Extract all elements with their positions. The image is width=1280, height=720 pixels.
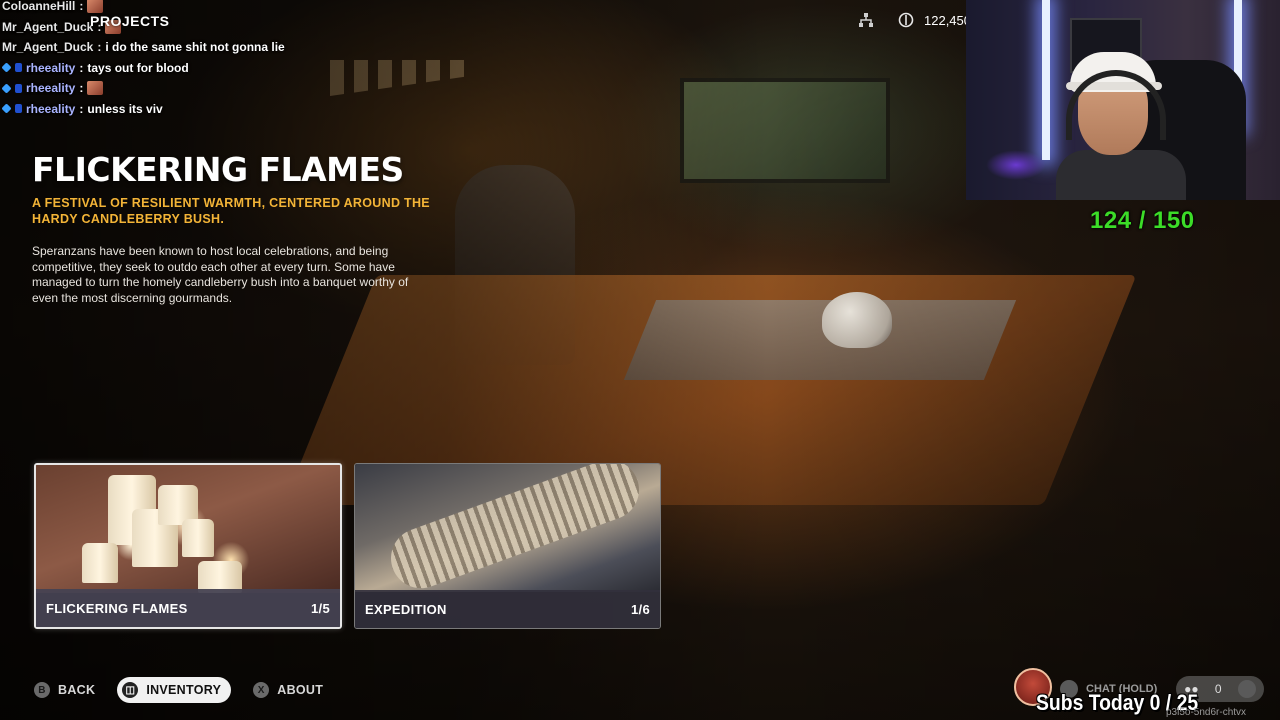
- card-footer: EXPEDITION 1/6: [355, 590, 660, 628]
- chat-username: Mr_Agent_Duck: [2, 40, 94, 54]
- chat-text: tays out for blood: [87, 60, 189, 75]
- chat-text: unless its viv: [87, 101, 163, 116]
- menu-icon: [1237, 680, 1256, 698]
- nav-label: ABOUT: [277, 683, 324, 697]
- friends-count: 0: [1214, 682, 1222, 696]
- chat-emote-icon: [87, 81, 104, 96]
- chat-text: i do the same shit not gonna lie: [105, 40, 285, 54]
- streamer-torso: [1056, 150, 1186, 200]
- currency-icon: [898, 12, 914, 28]
- chat-message: Mr_Agent_Duck: i do the same shit not go…: [2, 37, 285, 58]
- card-progress: 1/6: [631, 601, 650, 617]
- chat-username: Mr_Agent_Duck: [2, 19, 94, 34]
- back-button[interactable]: B BACK: [34, 682, 95, 698]
- bottom-nav: B BACK ◫ INVENTORY X ABOUT: [34, 677, 323, 703]
- session-code: p3l5o-5nd6r-chtvx: [1166, 707, 1247, 718]
- project-title: FLICKERING FLAMES: [32, 150, 404, 189]
- chat-message: rheeality: tays out for blood: [1, 58, 285, 79]
- network-icon: [859, 13, 873, 27]
- card-title: FLICKERING FLAMES: [46, 600, 188, 616]
- goal-counter: 124 / 150: [1090, 207, 1195, 234]
- chat-badge-icon: [15, 83, 22, 93]
- b-button-icon: B: [34, 682, 50, 698]
- chat-username: rheeality: [26, 101, 76, 116]
- shelf-glow: [986, 150, 1046, 180]
- chat-badge-icon: [1, 83, 12, 94]
- project-subtitle: A FESTIVAL OF RESILIENT WARMTH, CENTERED…: [32, 196, 430, 226]
- card-image-expedition: [355, 464, 660, 597]
- card-image-candles: [36, 465, 340, 593]
- chat-badge-icon: [15, 104, 22, 114]
- project-card-expedition[interactable]: EXPEDITION 1/6: [354, 463, 661, 629]
- chat-badge-icon: [15, 63, 22, 73]
- about-button[interactable]: X ABOUT: [253, 682, 323, 698]
- chat-username: ColoanneHill: [2, 0, 76, 13]
- project-description: Speranzans have been known to host local…: [32, 244, 409, 305]
- chat-message: rheeality: unless its viv: [1, 99, 285, 120]
- card-footer: FLICKERING FLAMES 1/5: [36, 589, 340, 627]
- streamer-webcam: [966, 0, 1280, 200]
- chat-username: rheeality: [26, 60, 76, 75]
- project-card-flickering-flames[interactable]: FLICKERING FLAMES 1/5: [34, 463, 342, 629]
- card-title: EXPEDITION: [365, 601, 447, 617]
- nav-label: INVENTORY: [146, 683, 222, 697]
- led-light-bar: [1042, 0, 1050, 160]
- chat-badge-icon: [1, 62, 12, 73]
- view-button-icon: ◫: [122, 682, 139, 698]
- card-progress: 1/5: [311, 600, 330, 616]
- currency-bar: 122,450: [858, 12, 971, 28]
- x-button-icon: X: [253, 682, 270, 698]
- chat-message: rheeality:: [1, 78, 285, 99]
- currency-value: 122,450: [924, 12, 971, 28]
- inventory-button[interactable]: ◫ INVENTORY: [117, 677, 232, 703]
- chat-badge-icon: [1, 103, 12, 114]
- chat-emote-icon: [87, 0, 104, 14]
- section-label: PROJECTS: [90, 13, 170, 29]
- nav-label: BACK: [58, 683, 96, 697]
- chat-username: rheeality: [26, 81, 76, 95]
